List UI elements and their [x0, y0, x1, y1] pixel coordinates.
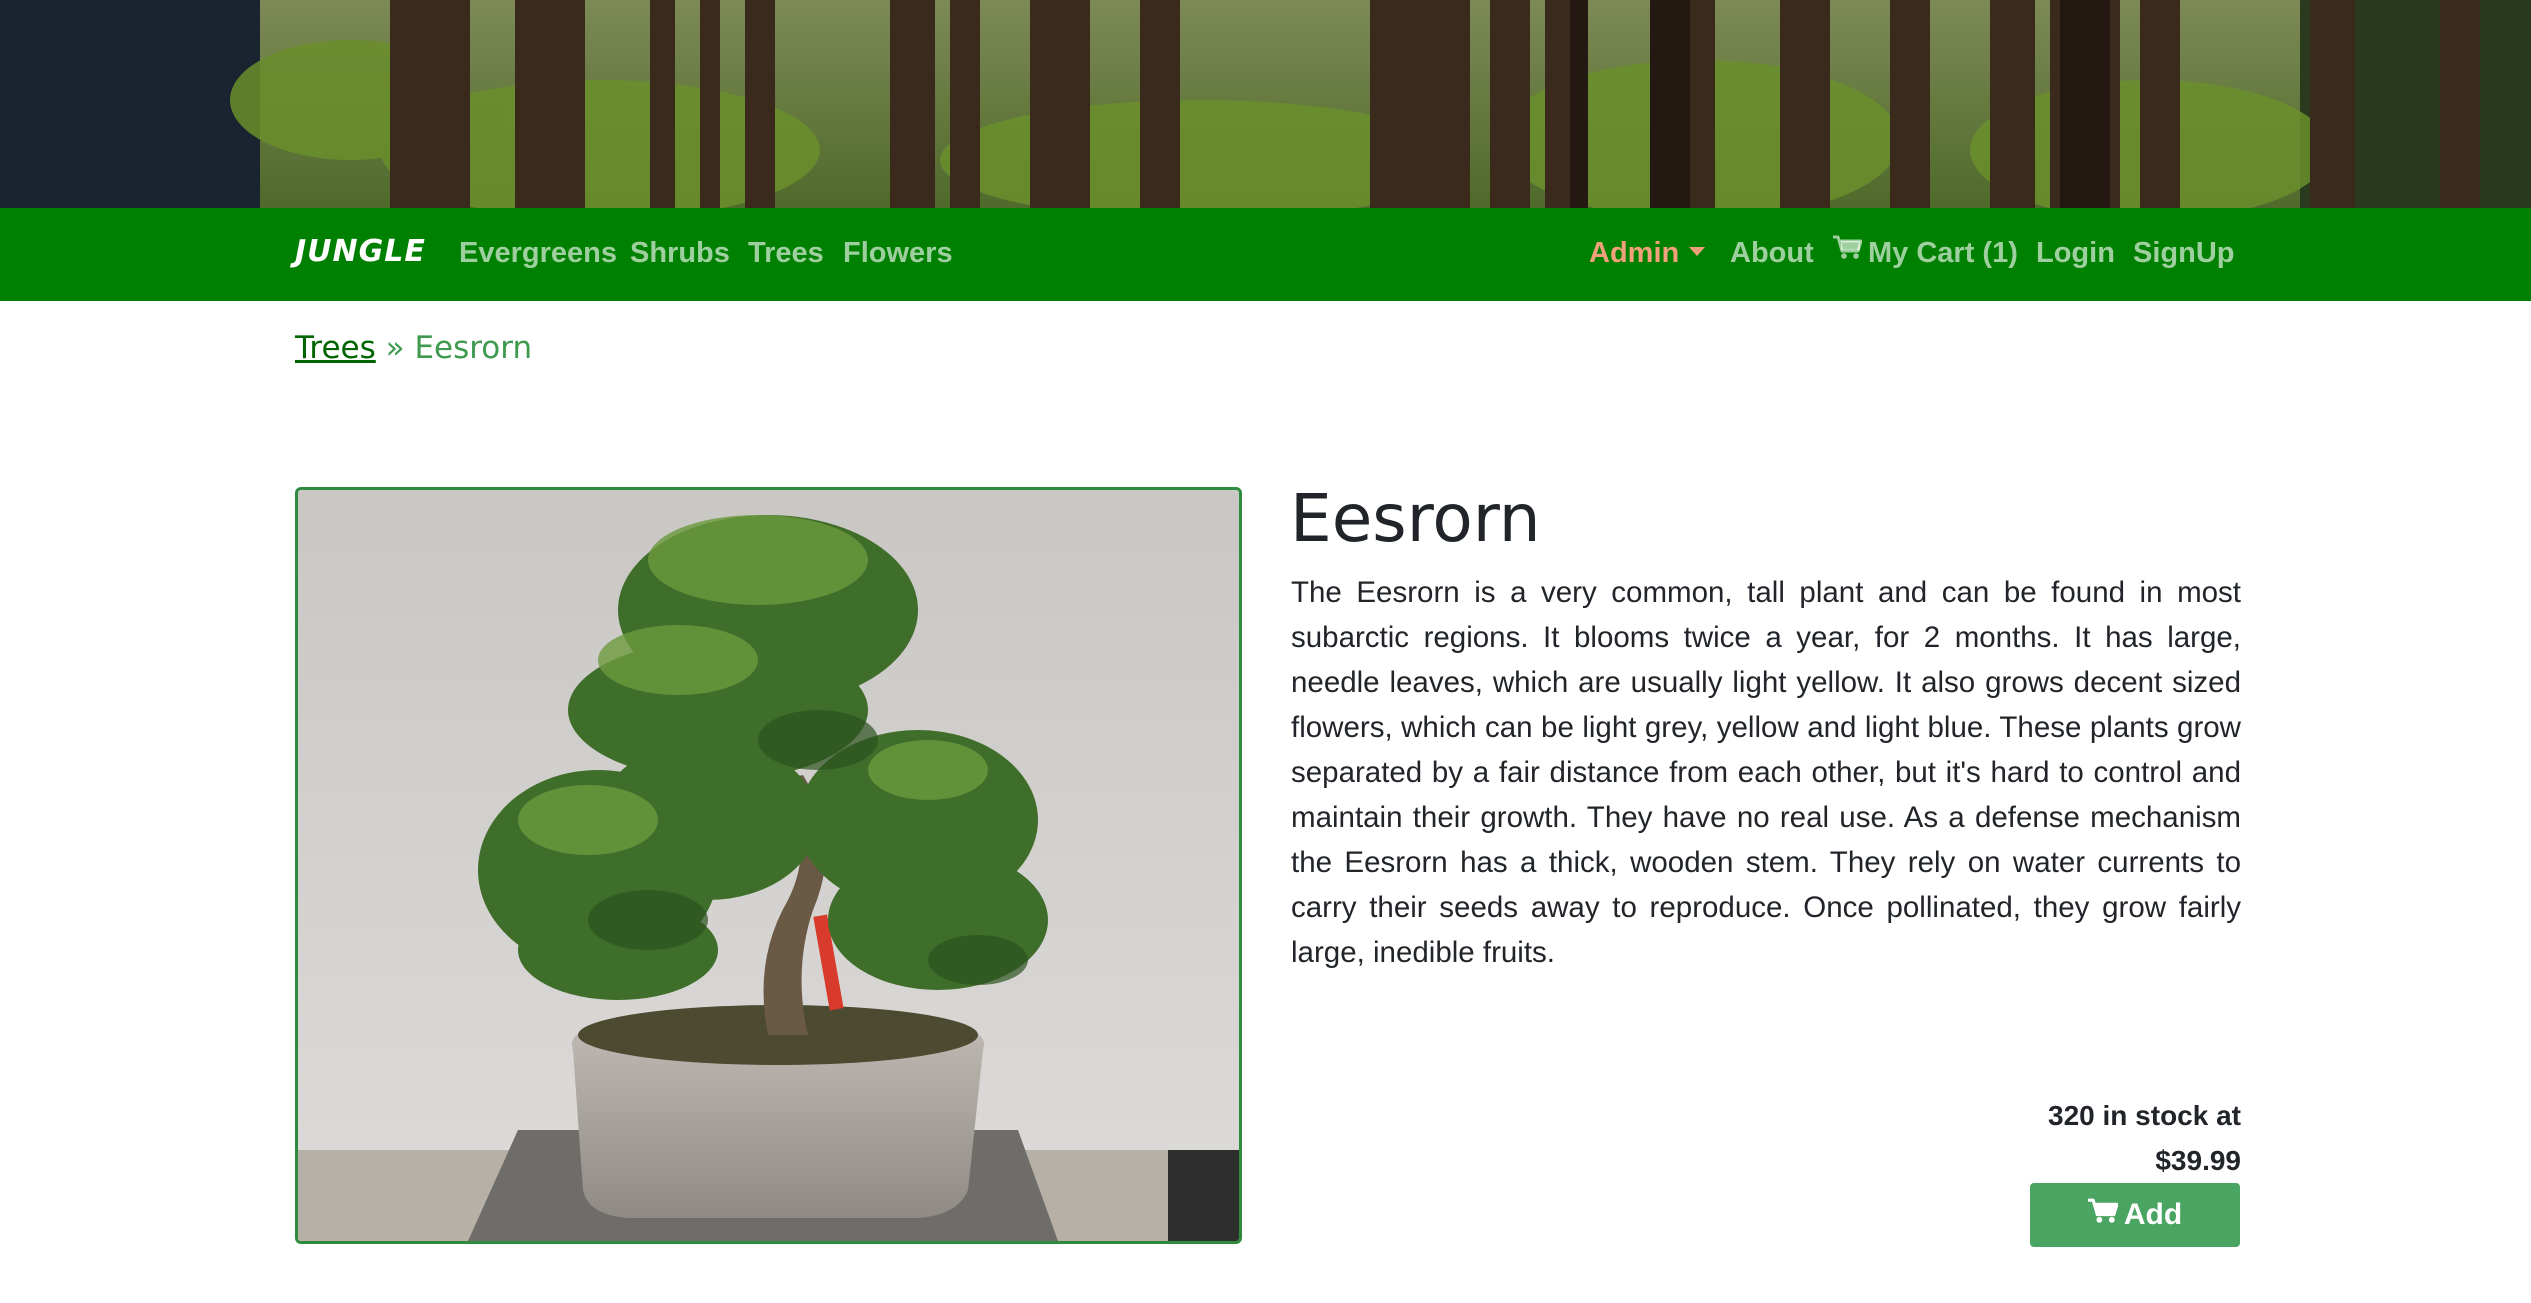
- shopping-cart-icon: [1833, 235, 1863, 268]
- admin-dropdown[interactable]: Admin: [1589, 237, 1706, 270]
- admin-label: Admin: [1589, 237, 1680, 269]
- stock-text: 320 in stock at: [2048, 1100, 2241, 1131]
- product-title: Eesrorn: [1290, 480, 1541, 557]
- brand-logo[interactable]: JUNGLE: [295, 234, 426, 269]
- breadcrumb-link-trees[interactable]: Trees: [295, 330, 376, 366]
- nav-link-shrubs[interactable]: Shrubs: [630, 237, 730, 270]
- product-price: $39.99: [2155, 1145, 2241, 1176]
- add-to-cart-button[interactable]: Add: [2030, 1183, 2240, 1247]
- breadcrumb-current: Eesrorn: [414, 330, 533, 366]
- shopping-cart-icon: [2087, 1198, 2119, 1232]
- main-navbar: JUNGLE Evergreens Shrubs Trees Flowers A…: [0, 208, 2531, 301]
- nav-link-about[interactable]: About: [1730, 237, 1814, 270]
- nav-link-cart[interactable]: My Cart (1): [1833, 235, 2018, 271]
- nav-link-evergreens[interactable]: Evergreens: [459, 237, 617, 270]
- nav-link-login[interactable]: Login: [2036, 237, 2115, 270]
- product-description: The Eesrorn is a very common, tall plant…: [1291, 576, 2241, 969]
- product-image: [295, 487, 1242, 1244]
- cart-label: My Cart (1): [1868, 237, 2018, 269]
- breadcrumb-separator: »: [385, 330, 405, 366]
- nav-link-flowers[interactable]: Flowers: [843, 237, 953, 270]
- breadcrumb: Trees » Eesrorn: [295, 330, 532, 366]
- header-banner-image: [0, 0, 2531, 208]
- nav-link-signup[interactable]: SignUp: [2133, 237, 2235, 270]
- stock-info: 320 in stock at $39.99: [2048, 1093, 2241, 1183]
- caret-down-icon: [1689, 246, 1706, 256]
- add-button-label: Add: [2123, 1198, 2183, 1231]
- nav-link-trees[interactable]: Trees: [748, 237, 824, 270]
